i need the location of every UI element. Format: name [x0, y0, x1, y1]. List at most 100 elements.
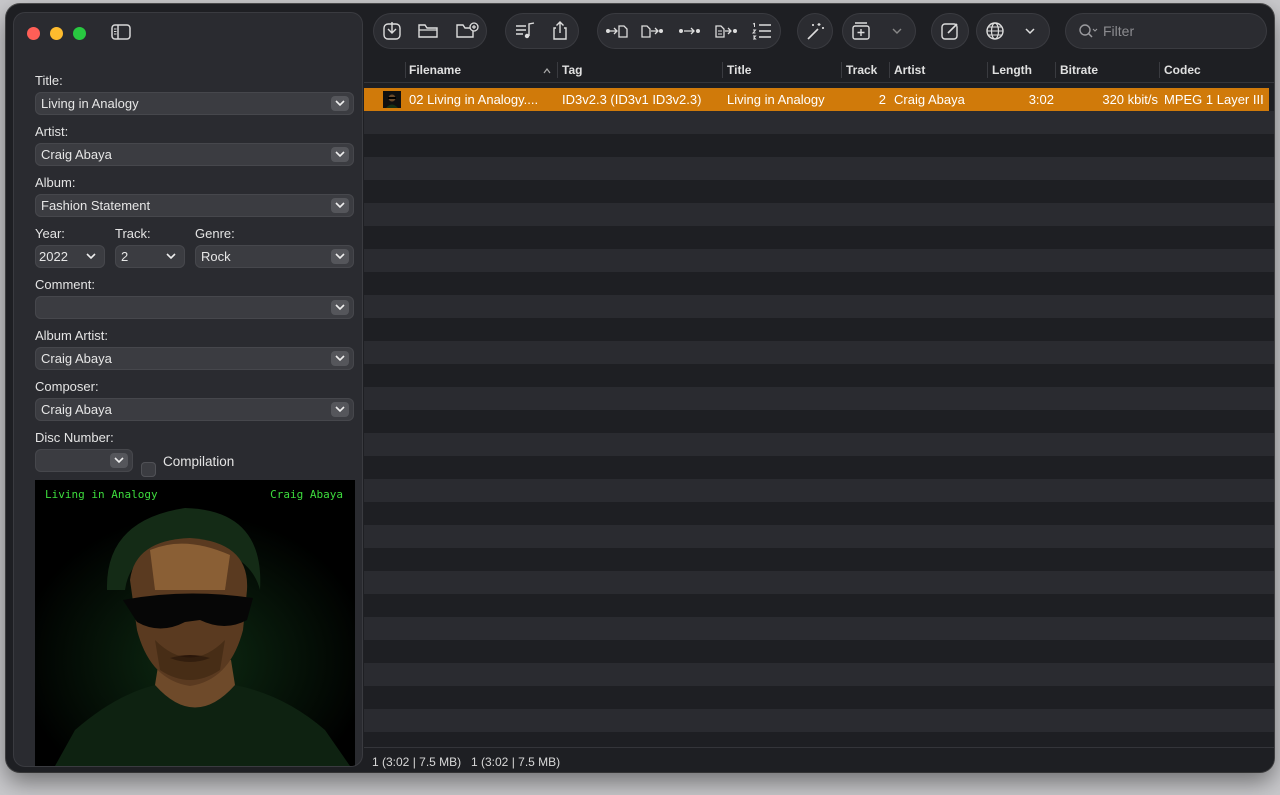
- minimize-window-button[interactable]: [50, 27, 63, 40]
- artwork-portrait-image: [35, 500, 355, 766]
- column-separator: [1159, 62, 1160, 78]
- album-label: Album:: [35, 175, 76, 190]
- column-separator: [557, 62, 558, 78]
- add-tag-icon[interactable]: [849, 21, 873, 41]
- album-artist-label: Album Artist:: [35, 328, 108, 343]
- album-field[interactable]: Fashion Statement: [35, 194, 354, 217]
- disc-number-label: Disc Number:: [35, 430, 114, 445]
- column-header-length[interactable]: Length: [992, 63, 1032, 77]
- empty-row: [364, 249, 1274, 272]
- toolbar-group-add-tag: [843, 14, 915, 48]
- filename-to-tag-icon[interactable]: [640, 21, 664, 41]
- close-window-button[interactable]: [27, 27, 40, 40]
- chevron-down-icon[interactable]: [887, 21, 911, 41]
- toolbar-group-web: [977, 14, 1049, 48]
- import-icon[interactable]: [380, 21, 404, 41]
- app-window: Title: Living in Analogy Artist: Craig A…: [6, 4, 1274, 772]
- empty-row: [364, 318, 1274, 341]
- genre-field[interactable]: Rock: [195, 245, 354, 268]
- toolbar-group-files: [374, 14, 486, 48]
- new-folder-icon[interactable]: [454, 21, 479, 41]
- tag-to-tag-icon[interactable]: [677, 21, 701, 41]
- cell-filename: 02 Living in Analogy....: [409, 92, 539, 107]
- chevron-down-icon[interactable]: [331, 147, 349, 162]
- playlist-icon[interactable]: [513, 21, 537, 41]
- cell-artist: Craig Abaya: [894, 92, 965, 107]
- edit-icon[interactable]: [938, 21, 962, 41]
- empty-row: [364, 640, 1274, 663]
- compilation-checkbox[interactable]: [141, 462, 156, 477]
- share-icon[interactable]: [548, 21, 572, 41]
- year-field[interactable]: 2022: [35, 245, 105, 268]
- magic-wand-icon[interactable]: [803, 21, 827, 41]
- chevron-down-icon[interactable]: [82, 249, 100, 264]
- toolbar-group-edit: [932, 14, 968, 48]
- column-separator: [841, 62, 842, 78]
- column-separator: [889, 62, 890, 78]
- album-artist-field[interactable]: Craig Abaya: [35, 347, 354, 370]
- composer-value: Craig Abaya: [41, 402, 112, 417]
- table-row[interactable]: 02 Living in Analogy.... ID3v2.3 (ID3v1 …: [364, 88, 1269, 111]
- chevron-down-icon[interactable]: [110, 453, 128, 468]
- toolbar-group-playlist: [506, 14, 578, 48]
- cell-track: 2: [878, 92, 886, 107]
- year-label: Year:: [35, 226, 65, 241]
- empty-row: [364, 456, 1274, 479]
- artist-field[interactable]: Craig Abaya: [35, 143, 354, 166]
- compilation-label: Compilation: [163, 454, 235, 469]
- empty-row: [364, 226, 1274, 249]
- chevron-down-icon[interactable]: [331, 249, 349, 264]
- tag-to-filename-icon[interactable]: [604, 21, 628, 41]
- album-artwork[interactable]: Living in Analogy Craig Abaya: [35, 480, 355, 766]
- comment-field[interactable]: [35, 296, 354, 319]
- genre-label: Genre:: [195, 226, 235, 241]
- empty-row: [364, 410, 1274, 433]
- zoom-window-button[interactable]: [73, 27, 86, 40]
- empty-row: [364, 203, 1274, 226]
- chevron-down-icon[interactable]: [331, 96, 349, 111]
- folder-icon[interactable]: [416, 21, 440, 41]
- sort-ascending-icon[interactable]: [542, 67, 552, 75]
- column-header-artist[interactable]: Artist: [894, 63, 925, 77]
- empty-row: [364, 617, 1274, 640]
- chevron-down-icon[interactable]: [331, 402, 349, 417]
- column-header-filename[interactable]: Filename: [409, 63, 461, 77]
- filter-search-field[interactable]: Filter: [1066, 14, 1266, 48]
- empty-row: [364, 479, 1274, 502]
- chevron-down-icon[interactable]: [331, 198, 349, 213]
- track-label: Track:: [115, 226, 151, 241]
- column-header-bitrate[interactable]: Bitrate: [1060, 63, 1098, 77]
- search-icon: [1079, 24, 1098, 38]
- artwork-thumbnail: [383, 91, 401, 108]
- title-field[interactable]: Living in Analogy: [35, 92, 354, 115]
- file-table: Filename Tag Title Track Artist Length B…: [364, 59, 1274, 747]
- column-header-track[interactable]: Track: [846, 63, 877, 77]
- empty-row: [364, 594, 1274, 617]
- chevron-down-icon[interactable]: [331, 300, 349, 315]
- toolbar-group-convert: [598, 14, 780, 48]
- cell-tag: ID3v2.3 (ID3v1 ID3v2.3): [562, 92, 702, 107]
- column-header-title[interactable]: Title: [727, 63, 751, 77]
- comment-label: Comment:: [35, 277, 95, 292]
- cell-title: Living in Analogy: [727, 92, 825, 107]
- table-header: Filename Tag Title Track Artist Length B…: [364, 59, 1274, 83]
- numbering-icon[interactable]: [750, 21, 774, 41]
- column-separator: [1055, 62, 1056, 78]
- chevron-down-icon[interactable]: [331, 351, 349, 366]
- chevron-down-icon[interactable]: [1020, 21, 1044, 41]
- empty-row: [364, 272, 1274, 295]
- text-to-tag-icon[interactable]: [714, 21, 738, 41]
- column-header-tag[interactable]: Tag: [562, 63, 582, 77]
- composer-field[interactable]: Craig Abaya: [35, 398, 354, 421]
- column-header-codec[interactable]: Codec: [1164, 63, 1201, 77]
- disc-number-field[interactable]: [35, 449, 133, 472]
- sidebar-toggle-icon[interactable]: [110, 22, 134, 44]
- composer-label: Composer:: [35, 379, 99, 394]
- empty-row: [364, 180, 1274, 203]
- track-field[interactable]: 2: [115, 245, 185, 268]
- globe-icon[interactable]: [984, 21, 1008, 41]
- year-value: 2022: [39, 249, 68, 264]
- column-separator: [405, 62, 406, 78]
- empty-row: [364, 525, 1274, 548]
- chevron-down-icon[interactable]: [162, 249, 180, 264]
